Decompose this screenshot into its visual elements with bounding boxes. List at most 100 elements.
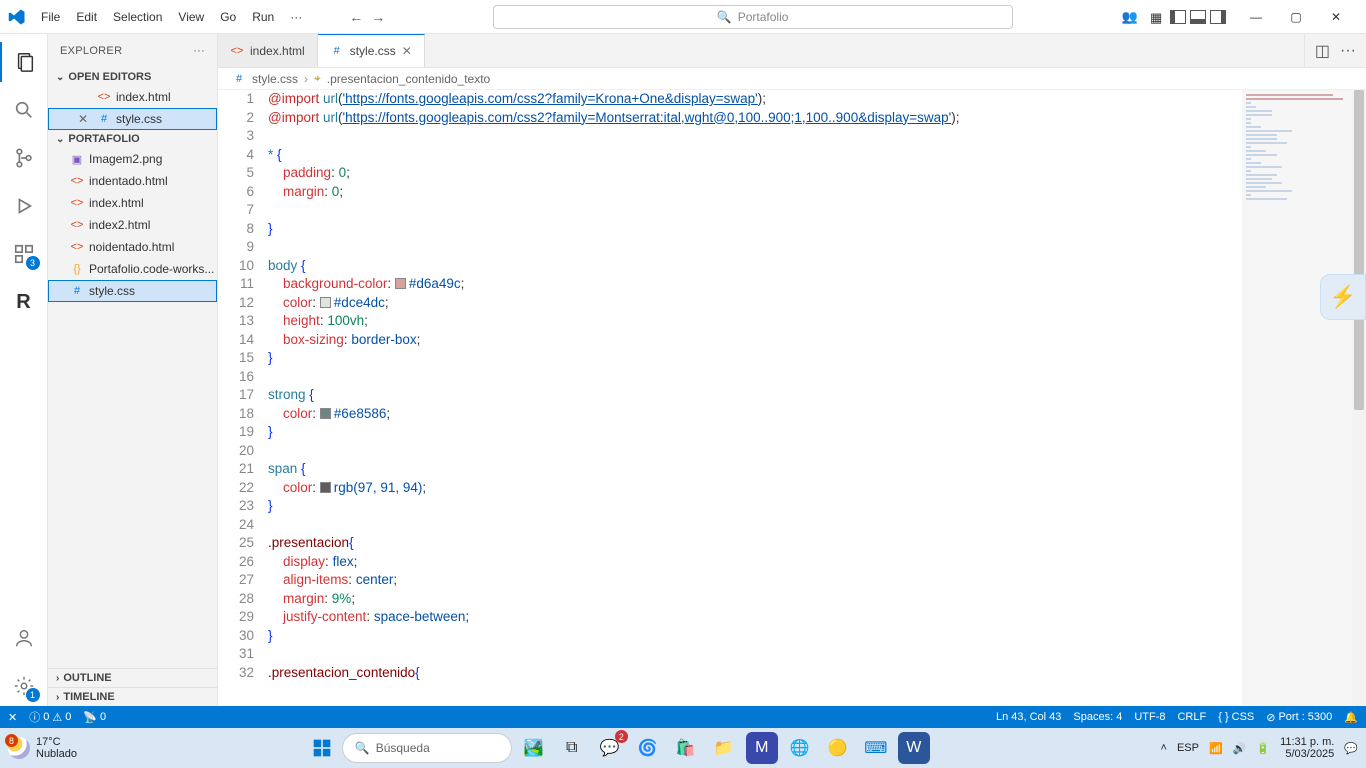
start-button[interactable] (308, 734, 336, 762)
command-center-search[interactable]: 🔍 Portafolio (493, 5, 1013, 29)
taskbar-word-icon[interactable]: W (898, 732, 930, 764)
taskbar-copilot-icon[interactable]: 🌀 (632, 732, 664, 764)
more-actions-icon[interactable]: ··· (1340, 42, 1356, 60)
activity-r-icon[interactable]: R (0, 282, 48, 322)
editor-tab[interactable]: <> index.html (218, 34, 318, 67)
close-icon[interactable]: ✕ (78, 112, 92, 126)
file-row[interactable]: ▣Imagem2.png (48, 148, 217, 170)
activity-settings-icon[interactable]: 1 (0, 666, 48, 706)
window-close[interactable]: ✕ (1316, 0, 1356, 34)
taskbar-explorer-icon[interactable]: 📁 (708, 732, 740, 764)
menu-run[interactable]: Run (245, 4, 281, 30)
file-row[interactable]: <>index.html (48, 192, 217, 214)
section-folder[interactable]: ⌄PORTAFOLIO (48, 130, 217, 148)
chevron-right-icon: › (304, 72, 308, 86)
nav-back-icon[interactable]: ← (349, 9, 363, 25)
status-cursor-position[interactable]: Ln 43, Col 43 (996, 711, 1061, 723)
status-remote-icon[interactable]: ✕ (8, 711, 17, 724)
title-bar: File Edit Selection View Go Run ··· ← → … (0, 0, 1366, 34)
taskbar-vscode-icon[interactable]: ⌨ (860, 732, 892, 764)
taskbar-weather[interactable]: 8 17°CNublado (8, 736, 77, 760)
folder-file-list: ▣Imagem2.png <>indentado.html <>index.ht… (48, 148, 217, 302)
layout-panel-icon[interactable] (1190, 10, 1206, 24)
menu-go[interactable]: Go (213, 4, 243, 30)
tray-wifi-icon[interactable]: 📶 (1209, 742, 1223, 755)
taskbar-edge-icon[interactable]: 🌐 (784, 732, 816, 764)
taskbar-chrome-icon[interactable]: 🟡 (822, 732, 854, 764)
section-outline[interactable]: ›OUTLINE (48, 669, 217, 687)
file-row[interactable]: <>index2.html (48, 214, 217, 236)
tray-volume-icon[interactable]: 🔊 (1233, 742, 1247, 755)
html-file-icon: <> (97, 90, 111, 104)
taskbar-taskview-icon[interactable]: ⧉ (556, 732, 588, 764)
file-row[interactable]: <>noidentado.html (48, 236, 217, 258)
layout-customize-icon[interactable]: ▦ (1150, 10, 1166, 24)
layout-sidebar-right-icon[interactable] (1210, 10, 1226, 24)
clock-time: 11:31 p. m. (1280, 736, 1334, 748)
taskbar-teams-icon[interactable]: 💬 (594, 732, 626, 764)
activity-debug-icon[interactable] (0, 186, 48, 226)
activity-account-icon[interactable] (0, 618, 48, 658)
tray-notifications-icon[interactable]: 💬 (1344, 742, 1358, 755)
extensions-badge: 3 (26, 256, 40, 270)
file-name: noidentado.html (89, 240, 174, 254)
html-file-icon: <> (230, 44, 244, 58)
status-language[interactable]: { } CSS (1218, 711, 1254, 723)
file-name: index.html (116, 90, 171, 104)
copilot-float-icon[interactable]: ⚡ (1320, 274, 1366, 320)
css-file-icon: # (97, 112, 111, 126)
nav-forward-icon[interactable]: → (371, 9, 385, 25)
status-encoding[interactable]: UTF-8 (1134, 711, 1165, 723)
tray-expand-icon[interactable]: ˄ (1161, 742, 1167, 754)
menu-view[interactable]: View (171, 4, 211, 30)
taskbar-store-icon[interactable]: 🛍️ (670, 732, 702, 764)
activity-explorer-icon[interactable] (0, 42, 48, 82)
menu-selection[interactable]: Selection (106, 4, 169, 30)
file-name: style.css (89, 284, 135, 298)
code-content[interactable]: @import url('https://fonts.googleapis.co… (268, 90, 1366, 706)
activity-search-icon[interactable] (0, 90, 48, 130)
scrollbar-thumb[interactable] (1354, 90, 1364, 410)
menu-more[interactable]: ··· (283, 4, 309, 30)
activity-extensions-icon[interactable]: 3 (0, 234, 48, 274)
status-live-server[interactable]: ⊘ Port : 5300 (1266, 711, 1332, 724)
section-open-editors[interactable]: ⌄OPEN EDITORS (48, 68, 217, 86)
open-editor-row[interactable]: ✕ # style.css (48, 108, 217, 130)
json-file-icon: {} (70, 262, 84, 276)
taskbar-widgets-icon[interactable]: 🏞️ (518, 732, 550, 764)
open-editor-row[interactable]: ✕ <> index.html (48, 86, 217, 108)
file-row[interactable]: <>indentado.html (48, 170, 217, 192)
status-eol[interactable]: CRLF (1177, 711, 1206, 723)
activity-source-control-icon[interactable] (0, 138, 48, 178)
status-notifications-icon[interactable]: 🔔 (1344, 711, 1358, 724)
split-editor-icon[interactable]: ◫ (1315, 41, 1330, 61)
status-indentation[interactable]: Spaces: 4 (1073, 711, 1122, 723)
tab-label: style.css (350, 44, 396, 58)
explorer-more-icon[interactable]: ··· (193, 45, 205, 57)
menu-edit[interactable]: Edit (69, 4, 104, 30)
layout-sidebar-left-icon[interactable] (1170, 10, 1186, 24)
editor-tab[interactable]: # style.css ✕ (318, 34, 425, 67)
copilot-icon[interactable]: 👥 (1120, 7, 1140, 27)
vertical-scrollbar[interactable] (1352, 90, 1366, 706)
tray-clock[interactable]: 11:31 p. m.5/03/2025 (1280, 736, 1334, 760)
breadcrumb-symbol: .presentacion_contenido_texto (327, 72, 490, 86)
open-editors-list: ✕ <> index.html ✕ # style.css (48, 86, 217, 130)
breadcrumb[interactable]: # style.css › ⌖ .presentacion_contenido_… (218, 68, 1366, 90)
tray-language[interactable]: ESP (1177, 742, 1199, 754)
status-problems[interactable]: ⓘ 0 ⚠ 0 (29, 709, 71, 725)
image-file-icon: ▣ (70, 152, 84, 166)
file-row[interactable]: {}Portafolio.code-works... (48, 258, 217, 280)
menu-file[interactable]: File (34, 4, 67, 30)
taskbar-app-icon[interactable]: M (746, 732, 778, 764)
window-maximize[interactable]: ▢ (1276, 0, 1316, 34)
window-minimize[interactable]: — (1236, 0, 1276, 34)
minimap[interactable] (1242, 90, 1352, 706)
file-row[interactable]: #style.css (48, 280, 217, 302)
close-icon[interactable]: ✕ (402, 44, 412, 58)
tray-battery-icon[interactable]: 🔋 (1256, 742, 1270, 755)
code-editor[interactable]: 1234567891011121314151617181920212223242… (218, 90, 1366, 706)
section-timeline[interactable]: ›TIMELINE (48, 687, 217, 706)
status-ports[interactable]: 📡 0 (83, 711, 106, 724)
taskbar-search[interactable]: 🔍Búsqueda (342, 733, 512, 763)
